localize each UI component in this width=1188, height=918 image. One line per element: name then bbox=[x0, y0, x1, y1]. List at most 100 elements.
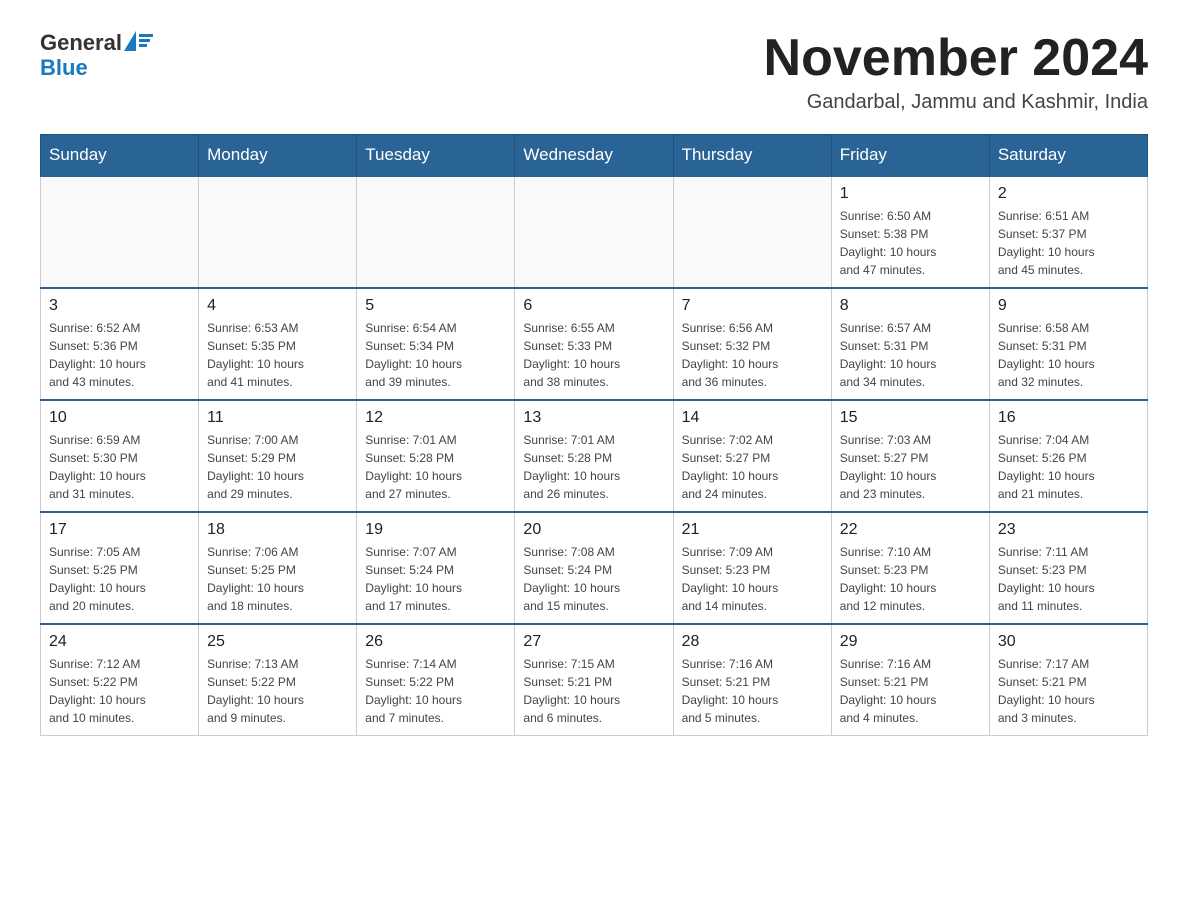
calendar-cell: 27 Sunrise: 7:15 AM Sunset: 5:21 PM Dayli… bbox=[515, 624, 673, 736]
calendar-week-row: 17 Sunrise: 7:05 AM Sunset: 5:25 PM Dayli… bbox=[41, 512, 1148, 624]
sun-info: Sunrise: 7:00 AM Sunset: 5:29 PM Dayligh… bbox=[207, 431, 348, 503]
day-number: 14 bbox=[682, 409, 823, 427]
sun-info: Sunrise: 6:58 AM Sunset: 5:31 PM Dayligh… bbox=[998, 319, 1139, 391]
day-number: 23 bbox=[998, 521, 1139, 539]
calendar-cell: 4Sunrise: 6:53 AM Sunset: 5:35 PM Daylig… bbox=[199, 288, 357, 400]
day-number: 7 bbox=[682, 297, 823, 315]
weekday-header-sunday: Sunday bbox=[41, 135, 199, 177]
logo-blue-text: Blue bbox=[40, 55, 153, 80]
day-number: 26 bbox=[365, 633, 506, 651]
day-number: 24 bbox=[49, 633, 190, 651]
day-number: 11 bbox=[207, 409, 348, 427]
calendar-cell bbox=[199, 176, 357, 288]
sun-info: Sunrise: 7:11 AM Sunset: 5:23 PM Dayligh… bbox=[998, 543, 1139, 615]
month-year-title: November 2024 bbox=[764, 30, 1148, 87]
sun-info: Sunrise: 7:02 AM Sunset: 5:27 PM Dayligh… bbox=[682, 431, 823, 503]
calendar-cell: 15Sunrise: 7:03 AM Sunset: 5:27 PM Dayli… bbox=[831, 400, 989, 512]
calendar-cell: 28 Sunrise: 7:16 AM Sunset: 5:21 PM Dayli… bbox=[673, 624, 831, 736]
calendar-cell: 1Sunrise: 6:50 AM Sunset: 5:38 PM Daylig… bbox=[831, 176, 989, 288]
sun-info: Sunrise: 7:03 AM Sunset: 5:27 PM Dayligh… bbox=[840, 431, 981, 503]
logo-line-3 bbox=[139, 44, 147, 47]
day-number: 30 bbox=[998, 633, 1139, 651]
calendar-cell: 8Sunrise: 6:57 AM Sunset: 5:31 PM Daylig… bbox=[831, 288, 989, 400]
calendar-cell: 9 Sunrise: 6:58 AM Sunset: 5:31 PM Daylig… bbox=[989, 288, 1147, 400]
day-number: 9 bbox=[998, 297, 1139, 315]
logo-lines-icon bbox=[139, 34, 153, 47]
logo-line-1 bbox=[139, 34, 153, 37]
calendar-cell: 17 Sunrise: 7:05 AM Sunset: 5:25 PM Dayli… bbox=[41, 512, 199, 624]
day-number: 25 bbox=[207, 633, 348, 651]
day-number: 13 bbox=[523, 409, 664, 427]
location-subtitle: Gandarbal, Jammu and Kashmir, India bbox=[764, 91, 1148, 114]
sun-info: Sunrise: 7:06 AM Sunset: 5:25 PM Dayligh… bbox=[207, 543, 348, 615]
weekday-header-row: SundayMondayTuesdayWednesdayThursdayFrid… bbox=[41, 135, 1148, 177]
sun-info: Sunrise: 7:16 AM Sunset: 5:21 PM Dayligh… bbox=[682, 655, 823, 727]
calendar-week-row: 3 Sunrise: 6:52 AM Sunset: 5:36 PM Daylig… bbox=[41, 288, 1148, 400]
sun-info: Sunrise: 7:05 AM Sunset: 5:25 PM Dayligh… bbox=[49, 543, 190, 615]
calendar-cell: 19 Sunrise: 7:07 AM Sunset: 5:24 PM Dayli… bbox=[357, 512, 515, 624]
calendar-week-row: 24Sunrise: 7:12 AM Sunset: 5:22 PM Dayli… bbox=[41, 624, 1148, 736]
weekday-header-saturday: Saturday bbox=[989, 135, 1147, 177]
calendar-cell: 25Sunrise: 7:13 AM Sunset: 5:22 PM Dayli… bbox=[199, 624, 357, 736]
sun-info: Sunrise: 7:16 AM Sunset: 5:21 PM Dayligh… bbox=[840, 655, 981, 727]
day-number: 28 bbox=[682, 633, 823, 651]
weekday-header-friday: Friday bbox=[831, 135, 989, 177]
sun-info: Sunrise: 7:07 AM Sunset: 5:24 PM Dayligh… bbox=[365, 543, 506, 615]
logo: General Blue bbox=[40, 30, 153, 81]
calendar-cell bbox=[673, 176, 831, 288]
calendar-cell: 23 Sunrise: 7:11 AM Sunset: 5:23 PM Dayli… bbox=[989, 512, 1147, 624]
day-number: 19 bbox=[365, 521, 506, 539]
calendar-cell: 26 Sunrise: 7:14 AM Sunset: 5:22 PM Dayli… bbox=[357, 624, 515, 736]
sun-info: Sunrise: 6:51 AM Sunset: 5:37 PM Dayligh… bbox=[998, 207, 1139, 279]
calendar-cell: 5Sunrise: 6:54 AM Sunset: 5:34 PM Daylig… bbox=[357, 288, 515, 400]
logo-general-text: General bbox=[40, 30, 122, 55]
calendar-cell: 6 Sunrise: 6:55 AM Sunset: 5:33 PM Daylig… bbox=[515, 288, 673, 400]
logo-line-2 bbox=[139, 39, 150, 42]
calendar-cell: 30Sunrise: 7:17 AM Sunset: 5:21 PM Dayli… bbox=[989, 624, 1147, 736]
weekday-header-wednesday: Wednesday bbox=[515, 135, 673, 177]
calendar-cell: 14 Sunrise: 7:02 AM Sunset: 5:27 PM Dayli… bbox=[673, 400, 831, 512]
sun-info: Sunrise: 7:04 AM Sunset: 5:26 PM Dayligh… bbox=[998, 431, 1139, 503]
page-header: General Blue November 2024 Gandarbal, Ja… bbox=[40, 30, 1148, 114]
logo-triangle-icon bbox=[124, 31, 136, 51]
day-number: 3 bbox=[49, 297, 190, 315]
weekday-header-monday: Monday bbox=[199, 135, 357, 177]
day-number: 10 bbox=[49, 409, 190, 427]
sun-info: Sunrise: 6:55 AM Sunset: 5:33 PM Dayligh… bbox=[523, 319, 664, 391]
day-number: 12 bbox=[365, 409, 506, 427]
sun-info: Sunrise: 6:53 AM Sunset: 5:35 PM Dayligh… bbox=[207, 319, 348, 391]
day-number: 27 bbox=[523, 633, 664, 651]
calendar-cell: 21Sunrise: 7:09 AM Sunset: 5:23 PM Dayli… bbox=[673, 512, 831, 624]
calendar-cell: 20 Sunrise: 7:08 AM Sunset: 5:24 PM Dayli… bbox=[515, 512, 673, 624]
day-number: 22 bbox=[840, 521, 981, 539]
sun-info: Sunrise: 7:01 AM Sunset: 5:28 PM Dayligh… bbox=[365, 431, 506, 503]
calendar-cell bbox=[515, 176, 673, 288]
calendar-cell: 22 Sunrise: 7:10 AM Sunset: 5:23 PM Dayli… bbox=[831, 512, 989, 624]
calendar-cell: 13Sunrise: 7:01 AM Sunset: 5:28 PM Dayli… bbox=[515, 400, 673, 512]
calendar-cell: 10Sunrise: 6:59 AM Sunset: 5:30 PM Dayli… bbox=[41, 400, 199, 512]
weekday-header-thursday: Thursday bbox=[673, 135, 831, 177]
sun-info: Sunrise: 7:14 AM Sunset: 5:22 PM Dayligh… bbox=[365, 655, 506, 727]
sun-info: Sunrise: 6:52 AM Sunset: 5:36 PM Dayligh… bbox=[49, 319, 190, 391]
calendar-cell: 16 Sunrise: 7:04 AM Sunset: 5:26 PM Dayli… bbox=[989, 400, 1147, 512]
sun-info: Sunrise: 6:54 AM Sunset: 5:34 PM Dayligh… bbox=[365, 319, 506, 391]
calendar-cell: 18Sunrise: 7:06 AM Sunset: 5:25 PM Dayli… bbox=[199, 512, 357, 624]
day-number: 1 bbox=[840, 185, 981, 203]
sun-info: Sunrise: 7:09 AM Sunset: 5:23 PM Dayligh… bbox=[682, 543, 823, 615]
calendar-cell: 11 Sunrise: 7:00 AM Sunset: 5:29 PM Dayli… bbox=[199, 400, 357, 512]
sun-info: Sunrise: 7:08 AM Sunset: 5:24 PM Dayligh… bbox=[523, 543, 664, 615]
calendar-cell: 3 Sunrise: 6:52 AM Sunset: 5:36 PM Daylig… bbox=[41, 288, 199, 400]
calendar-cell: 12 Sunrise: 7:01 AM Sunset: 5:28 PM Dayli… bbox=[357, 400, 515, 512]
calendar-cell bbox=[41, 176, 199, 288]
title-area: November 2024 Gandarbal, Jammu and Kashm… bbox=[764, 30, 1148, 114]
calendar-table: SundayMondayTuesdayWednesdayThursdayFrid… bbox=[40, 134, 1148, 736]
calendar-week-row: 10Sunrise: 6:59 AM Sunset: 5:30 PM Dayli… bbox=[41, 400, 1148, 512]
day-number: 20 bbox=[523, 521, 664, 539]
day-number: 16 bbox=[998, 409, 1139, 427]
day-number: 17 bbox=[49, 521, 190, 539]
day-number: 6 bbox=[523, 297, 664, 315]
day-number: 8 bbox=[840, 297, 981, 315]
sun-info: Sunrise: 7:15 AM Sunset: 5:21 PM Dayligh… bbox=[523, 655, 664, 727]
calendar-cell: 24Sunrise: 7:12 AM Sunset: 5:22 PM Dayli… bbox=[41, 624, 199, 736]
sun-info: Sunrise: 7:10 AM Sunset: 5:23 PM Dayligh… bbox=[840, 543, 981, 615]
